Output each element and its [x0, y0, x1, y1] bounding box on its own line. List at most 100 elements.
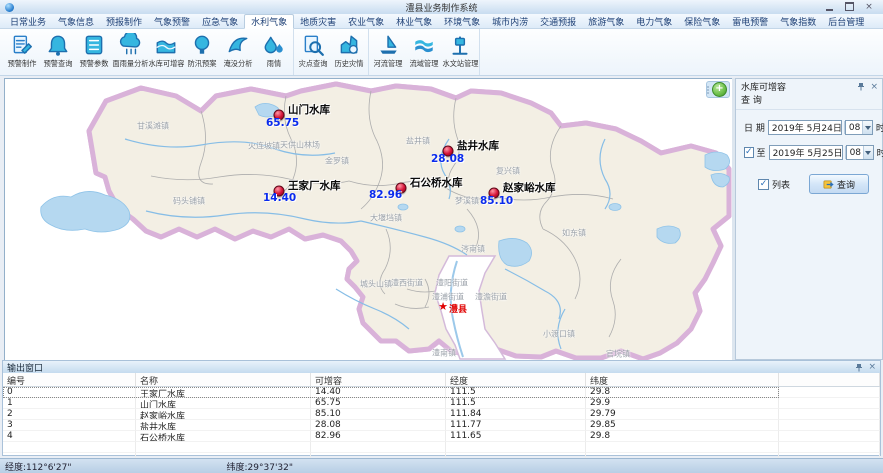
toolbar-button-流域管理[interactable]: 流域管理 — [406, 30, 442, 71]
column-header-名称[interactable]: 名称 — [136, 373, 311, 386]
to-checkbox[interactable]: ✓ — [744, 147, 754, 158]
menu-tab-旅游气象[interactable]: 旅游气象 — [582, 14, 630, 28]
toolbar-button-淹没分析[interactable]: 淹没分析 — [220, 30, 256, 71]
maximize-icon[interactable] — [844, 3, 854, 11]
town-label-天供山林场: 天供山林场 — [280, 140, 320, 151]
table-row[interactable]: 4石公桥水库82.96111.6529.8 — [3, 431, 880, 442]
date-from-value: 2019年 5月24日 — [772, 121, 842, 134]
column-header-纬度[interactable]: 纬度 — [586, 373, 779, 386]
toolbar-button-预警制作[interactable]: 预警制作 — [4, 30, 40, 71]
table-cell: 赵家峪水库 — [136, 409, 311, 420]
menu-tab-水利气象[interactable]: 水利气象 — [244, 14, 294, 29]
menu-tab-农业气象[interactable]: 农业气象 — [342, 14, 390, 28]
town-label-火连坡镇: 火连坡镇 — [248, 141, 280, 152]
menu-tab-气象信息[interactable]: 气象信息 — [52, 14, 100, 28]
minimize-icon[interactable] — [824, 3, 834, 11]
table-cell-filler — [779, 398, 880, 409]
toolbar-button-雨情[interactable]: 雨情 — [256, 30, 292, 71]
toolbar-button-河流管理[interactable]: 河流管理 — [370, 30, 406, 71]
toolbar-button-label: 面雨量分析 — [112, 58, 148, 68]
toolbar-button-label: 河流管理 — [374, 58, 403, 68]
menu-tab-电力气象[interactable]: 电力气象 — [630, 14, 678, 28]
town-label-澧西街道: 澧西街道 — [391, 278, 423, 289]
toolbar-button-预警查询[interactable]: 预警查询 — [40, 30, 76, 71]
window-title: 澧县业务制作系统 — [0, 1, 883, 14]
inundation-icon — [225, 32, 251, 58]
table-row[interactable]: 3盐井水库28.08111.7729.85 — [3, 420, 880, 431]
list-checkbox[interactable]: ✓ — [758, 179, 769, 190]
title-bar: 澧县业务制作系统 × — [0, 0, 883, 15]
menu-tab-保险气象[interactable]: 保险气象 — [678, 14, 726, 28]
map-panel-toggle: + — [706, 81, 730, 98]
chevron-down-icon[interactable] — [863, 146, 873, 159]
toolbar-button-历史灾情[interactable]: 历史灾情 — [331, 30, 367, 71]
table-cell: 2 — [3, 409, 136, 420]
close-icon[interactable]: × — [868, 362, 876, 372]
output-title: 输出窗口 — [7, 361, 43, 374]
table-cell: 29.85 — [586, 420, 779, 431]
query-button[interactable]: 查询 — [809, 174, 869, 194]
pin-icon[interactable] — [855, 363, 863, 372]
pin-icon[interactable] — [857, 82, 865, 91]
hour-from-select[interactable]: 08 — [845, 120, 873, 135]
town-label-金罗镇: 金罗镇 — [325, 156, 349, 167]
toolbar-button-label: 灾点查询 — [299, 58, 328, 68]
menu-tab-后台管理[interactable]: 后台管理 — [822, 14, 870, 28]
reservoir-value-王家厂水库: 14.40 — [263, 192, 296, 204]
town-label-如东镇: 如东镇 — [562, 228, 586, 239]
table-cell: 65.75 — [311, 398, 446, 409]
toolbar-button-label: 预警参数 — [80, 58, 109, 68]
table-cell: 111.5 — [446, 398, 586, 409]
column-header-经度[interactable]: 经度 — [446, 373, 586, 386]
toolbar-button-水文站管理[interactable]: 水文站管理 — [442, 30, 478, 71]
close-icon[interactable]: × — [864, 3, 874, 11]
grip-dots-icon — [707, 86, 709, 94]
menu-tab-环境气象[interactable]: 环境气象 — [438, 14, 486, 28]
reservoir-capacity-icon — [153, 32, 179, 58]
menu-tab-气象指数[interactable]: 气象指数 — [774, 14, 822, 28]
rainfall-analysis-icon — [117, 32, 143, 58]
menu-tab-应急气象[interactable]: 应急气象 — [196, 14, 244, 28]
menu-tab-气象预警[interactable]: 气象预警 — [148, 14, 196, 28]
table-cell: 0 — [3, 387, 136, 398]
menu-tab-日常业务[interactable]: 日常业务 — [4, 14, 52, 28]
ribbon-toolbar: 预警制作预警查询预警参数面雨量分析水库可增容防汛预案淹没分析雨情灾点查询历史灾情… — [0, 29, 883, 76]
chevron-down-icon[interactable] — [862, 121, 872, 134]
hour-to-select[interactable]: 08 — [846, 145, 874, 160]
date-from-select[interactable]: 2019年 5月24日 — [768, 120, 842, 135]
menu-tab-林业气象[interactable]: 林业气象 — [390, 14, 438, 28]
query-button-label: 查询 — [837, 178, 855, 191]
menu-tab-雷电预警[interactable]: 雷电预警 — [726, 14, 774, 28]
close-icon[interactable]: × — [870, 82, 878, 92]
menu-tab-预报制作[interactable]: 预报制作 — [100, 14, 148, 28]
table-row[interactable]: 1山门水库65.75111.529.9 — [3, 398, 880, 409]
menu-tab-交通预报[interactable]: 交通预报 — [534, 14, 582, 28]
menu-tab-城市内涝[interactable]: 城市内涝 — [486, 14, 534, 28]
reservoir-capacity-panel: 水库可增容 × 查 询 日 期 2019年 5月24日 08 时 ✓ 至 201… — [735, 78, 883, 360]
toolbar-button-防汛预案[interactable]: 防汛预案 — [184, 30, 220, 71]
table-row[interactable]: 2赵家峪水库85.10111.8429.79 — [3, 409, 880, 420]
query-icon — [823, 179, 834, 190]
table-cell: 29.79 — [586, 409, 779, 420]
table-row[interactable]: 0王家厂水库14.40111.529.8 — [3, 387, 880, 398]
toolbar-button-面雨量分析[interactable]: 面雨量分析 — [112, 30, 148, 71]
add-icon[interactable]: + — [712, 82, 727, 97]
town-label-复兴镇: 复兴镇 — [496, 166, 520, 177]
table-cell: 111.84 — [446, 409, 586, 420]
county-name-label: 澧县 — [449, 302, 467, 315]
star-icon: ★ — [438, 300, 448, 313]
toolbar-button-灾点查询[interactable]: 灾点查询 — [295, 30, 331, 71]
table-cell: 111.77 — [446, 420, 586, 431]
column-header-可增容[interactable]: 可增容 — [311, 373, 446, 386]
column-header-编号[interactable]: 编号 — [3, 373, 136, 386]
table-row-empty — [3, 442, 880, 453]
menu-tab-地质灾害[interactable]: 地质灾害 — [294, 14, 342, 28]
table-cell: 29.9 — [586, 398, 779, 409]
map-canvas[interactable]: + 甘溪滩镇码头铺镇火连坡镇天供山林场金罗镇盐井镇复兴镇梦溪镇大堰垱镇涔南镇如东… — [4, 78, 733, 361]
toolbar-button-label: 预警查询 — [44, 58, 73, 68]
date-to-select[interactable]: 2019年 5月25日 — [769, 145, 843, 160]
toolbar-button-水库可增容[interactable]: 水库可增容 — [148, 30, 184, 71]
town-label-澧阳街道: 澧阳街道 — [436, 278, 468, 289]
toolbar-button-预警参数[interactable]: 预警参数 — [76, 30, 112, 71]
toolbar-group-2: 灾点查询历史灾情 — [294, 29, 369, 75]
